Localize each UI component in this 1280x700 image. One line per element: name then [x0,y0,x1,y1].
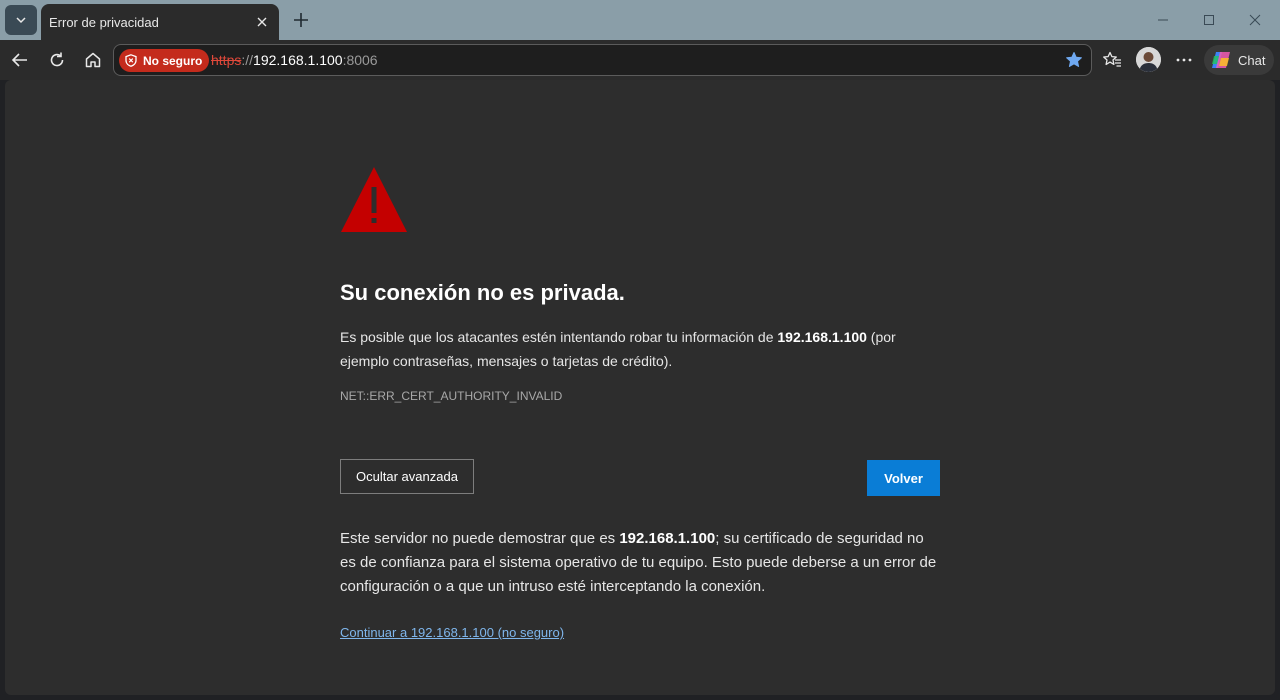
profile-avatar-image [1136,47,1161,72]
url-text[interactable]: https://192.168.1.100:8006 [211,52,378,68]
error-description: Es posible que los atacantes estén inten… [340,325,910,373]
home-icon [85,52,101,68]
chevron-down-icon [16,17,26,24]
url-separator: :// [241,52,254,68]
tab-title: Error de privacidad [49,14,159,30]
new-tab-button[interactable] [288,7,314,33]
hide-advanced-button[interactable]: Ocultar avanzada [340,459,474,494]
close-icon [257,17,267,27]
address-bar[interactable]: No seguro https://192.168.1.100:8006 [113,44,1092,76]
tab-actions-button[interactable] [5,5,37,35]
profile-avatar[interactable] [1136,47,1161,72]
shield-warning-icon [125,54,137,67]
security-status-chip[interactable]: No seguro [119,49,210,72]
favorites-button[interactable] [1098,46,1126,74]
details-host: 192.168.1.100 [619,530,716,547]
description-host: 192.168.1.100 [777,329,867,345]
back-arrow-icon [11,53,27,67]
reload-button[interactable] [43,46,71,74]
star-icon [1066,52,1082,67]
plus-icon [294,13,308,27]
maximize-icon [1204,15,1214,25]
back-button[interactable] [6,46,34,74]
url-host: 192.168.1.100 [253,52,343,68]
copilot-icon [1212,52,1230,68]
page-content: Su conexión no es privada. Es posible qu… [5,80,1275,695]
proceed-unsafe-link[interactable]: Continuar a 192.168.1.100 (no seguro) [340,625,564,640]
copilot-chat-button[interactable]: Chat [1204,45,1274,75]
back-to-safety-button[interactable]: Volver [867,460,940,496]
close-icon [1249,14,1261,26]
details-text: Este servidor no puede demostrar que es [340,530,620,547]
warning-triangle-icon [341,167,407,232]
minimize-button[interactable] [1140,6,1186,34]
home-button[interactable] [79,46,107,74]
reload-icon [50,52,64,67]
maximize-button[interactable] [1186,6,1232,34]
close-window-button[interactable] [1232,6,1278,34]
tab-active[interactable]: Error de privacidad [41,4,279,40]
security-status-label: No seguro [143,53,203,68]
url-scheme: https [211,52,242,68]
minimize-icon [1158,19,1168,21]
more-icon [1176,58,1192,62]
tab-close-button[interactable] [253,13,271,31]
page-title: Su conexión no es privada. [340,280,625,305]
browser-toolbar: No seguro https://192.168.1.100:8006 Cha… [0,40,1280,80]
url-port: :8006 [342,52,378,68]
more-button[interactable] [1170,46,1198,74]
title-bar: Error de privacidad [0,0,1280,40]
favorite-button[interactable] [1063,49,1085,71]
favorites-list-icon [1103,51,1121,67]
advanced-details: Este servidor no puede demostrar que es … [340,527,940,599]
chat-label: Chat [1238,52,1266,68]
description-text: Es posible que los atacantes estén inten… [340,329,778,345]
error-code[interactable]: NET::ERR_CERT_AUTHORITY_INVALID [340,389,562,403]
